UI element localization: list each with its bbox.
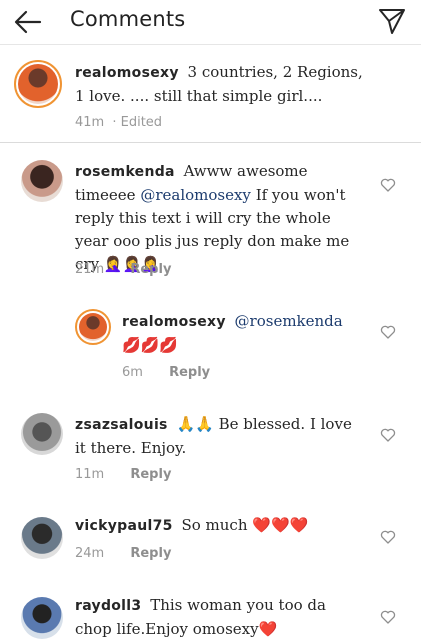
avatar[interactable] (21, 160, 63, 202)
comment-username[interactable]: zsazsalouis (75, 417, 168, 433)
mention-link[interactable]: @rosemkenda (235, 312, 343, 330)
comment-time: 6m (122, 365, 143, 380)
kiss-emoji: 💋💋💋 (122, 336, 179, 354)
like-heart-icon[interactable] (380, 529, 396, 545)
caption-text: realomosexy 3 countries, 2 Regions, 1 lo… (75, 61, 365, 108)
like-heart-icon[interactable] (380, 324, 396, 340)
comment-time: 11m (75, 467, 105, 482)
comment-item: vickypaul75 So much ❤️❤️❤️ 24m Reply (0, 514, 421, 574)
comment-text: realomosexy @rosemkenda 💋💋💋 (122, 310, 362, 357)
comment-username[interactable]: raydoll3 (75, 598, 141, 614)
comment-username[interactable]: vickypaul75 (75, 518, 173, 534)
heart-emoji: ❤️ (258, 620, 278, 638)
like-heart-icon[interactable] (380, 427, 396, 443)
avatar[interactable] (21, 517, 63, 559)
comment-time: 24m (75, 546, 105, 561)
avatar[interactable] (21, 597, 63, 639)
comment-username[interactable]: rosemkenda (75, 164, 175, 180)
comment-username[interactable]: realomosexy (122, 314, 226, 330)
caption-username[interactable]: realomosexy (75, 65, 179, 81)
reply-button[interactable]: Reply (130, 262, 171, 277)
top-bar: Comments (0, 0, 421, 45)
comment-body: So much (181, 516, 253, 534)
caption-edited: · Edited (112, 115, 163, 130)
reply-button[interactable]: Reply (130, 546, 171, 561)
direct-send-icon[interactable] (377, 6, 407, 36)
comment-text: vickypaul75 So much ❤️❤️❤️ (75, 514, 365, 538)
comment-meta: 24m Reply (75, 546, 171, 561)
comment-time: 21m (75, 262, 105, 277)
avatar[interactable] (21, 413, 63, 455)
comment-text: zsazsalouis 🙏🙏 Be blessed. I love it the… (75, 413, 365, 460)
comment-item: raydoll3 This woman you too da chop life… (0, 594, 421, 640)
comment-item: zsazsalouis 🙏🙏 Be blessed. I love it the… (0, 410, 421, 490)
page-title: Comments (70, 7, 186, 31)
comment-meta: 6m Reply (122, 365, 210, 380)
mention-link[interactable]: @realomosexy (140, 186, 251, 204)
caption-time: 41m (75, 115, 105, 130)
comment-meta: 11m Reply (75, 467, 171, 482)
reply-button[interactable]: Reply (169, 365, 210, 380)
comment-text: rosemkenda Awww awesome timeeee @realomo… (75, 160, 365, 276)
avatar[interactable] (75, 309, 111, 345)
comment-meta: 21m Reply (75, 262, 171, 277)
caption-meta: 41m · Edited (75, 115, 162, 130)
comment-item: rosemkenda Awww awesome timeeee @realomo… (0, 155, 421, 285)
post-caption: realomosexy 3 countries, 2 Regions, 1 lo… (0, 45, 421, 143)
back-arrow-icon[interactable] (12, 6, 44, 38)
like-heart-icon[interactable] (380, 609, 396, 625)
like-heart-icon[interactable] (380, 177, 396, 193)
avatar[interactable] (14, 60, 62, 108)
reply-button[interactable]: Reply (130, 467, 171, 482)
comment-text: raydoll3 This woman you too da chop life… (75, 594, 365, 640)
reply-comment-item: realomosexy @rosemkenda 💋💋💋 6m Reply (0, 307, 421, 387)
heart-emoji: ❤️❤️❤️ (252, 516, 309, 534)
